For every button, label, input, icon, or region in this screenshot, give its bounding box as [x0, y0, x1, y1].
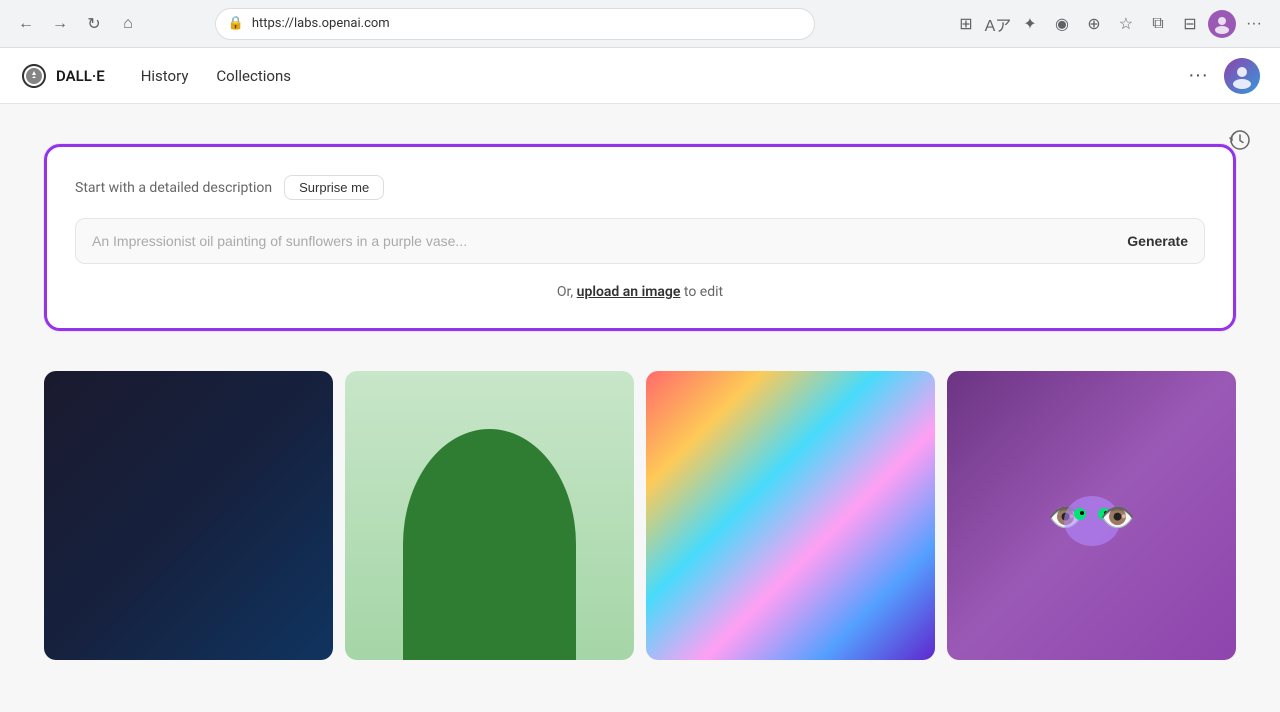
- app-title: DALL·E: [56, 67, 105, 85]
- address-bar[interactable]: 🔒 https://labs.openai.com: [215, 8, 815, 40]
- upload-prefix: Or,: [557, 284, 573, 300]
- gallery-item-4[interactable]: [947, 371, 1236, 660]
- browser-actions: ⊞ Aア ✦ ◉ ⊕ ☆ ⧉ ⊟ ···: [952, 10, 1268, 38]
- home-button[interactable]: ⌂: [114, 10, 142, 38]
- user-avatar-button[interactable]: [1224, 58, 1260, 94]
- gallery-image-3: [646, 371, 935, 660]
- prompt-input[interactable]: [92, 219, 1111, 263]
- url-text: https://labs.openai.com: [252, 16, 802, 31]
- generator-label: Start with a detailed description: [75, 180, 272, 196]
- app-logo: DALL·E: [20, 62, 105, 90]
- browser-action-3[interactable]: ⊕: [1080, 10, 1108, 38]
- gallery-item-3[interactable]: [646, 371, 935, 660]
- browser-action-6[interactable]: ⊟: [1176, 10, 1204, 38]
- browser-action-2[interactable]: ◉: [1048, 10, 1076, 38]
- generator-card: Start with a detailed description Surpri…: [44, 144, 1236, 331]
- history-icon-button[interactable]: [1224, 124, 1256, 156]
- translate-button[interactable]: Aア: [984, 10, 1012, 38]
- browser-action-5[interactable]: ⧉: [1144, 10, 1172, 38]
- browser-action-1[interactable]: ✦: [1016, 10, 1044, 38]
- history-link[interactable]: History: [129, 61, 201, 91]
- browser-more-button[interactable]: ···: [1240, 10, 1268, 38]
- gallery-section: [20, 355, 1260, 660]
- main-content: Start with a detailed description Surpri…: [0, 104, 1280, 712]
- prompt-row[interactable]: Generate: [75, 218, 1205, 264]
- upload-suffix: to edit: [684, 284, 723, 300]
- openai-logo-icon: [20, 62, 48, 90]
- appbar-more-button[interactable]: ···: [1180, 60, 1216, 91]
- refresh-button[interactable]: ↻: [80, 10, 108, 38]
- gallery-image-4: [947, 371, 1236, 660]
- app-bar-actions: ···: [1180, 58, 1260, 94]
- profile-button[interactable]: [1208, 10, 1236, 38]
- surprise-me-button[interactable]: Surprise me: [284, 175, 384, 200]
- app-nav: History Collections: [129, 61, 303, 91]
- browser-action-4[interactable]: ☆: [1112, 10, 1140, 38]
- generator-header: Start with a detailed description Surpri…: [75, 175, 1205, 200]
- gallery-image-1: [44, 371, 333, 660]
- gallery-item-2[interactable]: [345, 371, 634, 660]
- generator-section: Start with a detailed description Surpri…: [20, 104, 1260, 355]
- upload-row: Or, upload an image to edit: [75, 284, 1205, 300]
- gallery-item-1[interactable]: [44, 371, 333, 660]
- collections-link[interactable]: Collections: [204, 61, 303, 91]
- gallery-image-2: [345, 371, 634, 660]
- lock-icon: 🔒: [228, 16, 244, 31]
- back-button[interactable]: ←: [12, 10, 40, 38]
- app-bar: DALL·E History Collections ···: [0, 48, 1280, 104]
- upload-link[interactable]: upload an image: [577, 284, 681, 300]
- gallery-grid: [44, 371, 1236, 660]
- browser-chrome: ← → ↻ ⌂ 🔒 https://labs.openai.com ⊞ Aア ✦…: [0, 0, 1280, 48]
- generate-button[interactable]: Generate: [1111, 225, 1188, 257]
- forward-button[interactable]: →: [46, 10, 74, 38]
- browser-controls: ← → ↻ ⌂: [12, 10, 142, 38]
- tabs-button[interactable]: ⊞: [952, 10, 980, 38]
